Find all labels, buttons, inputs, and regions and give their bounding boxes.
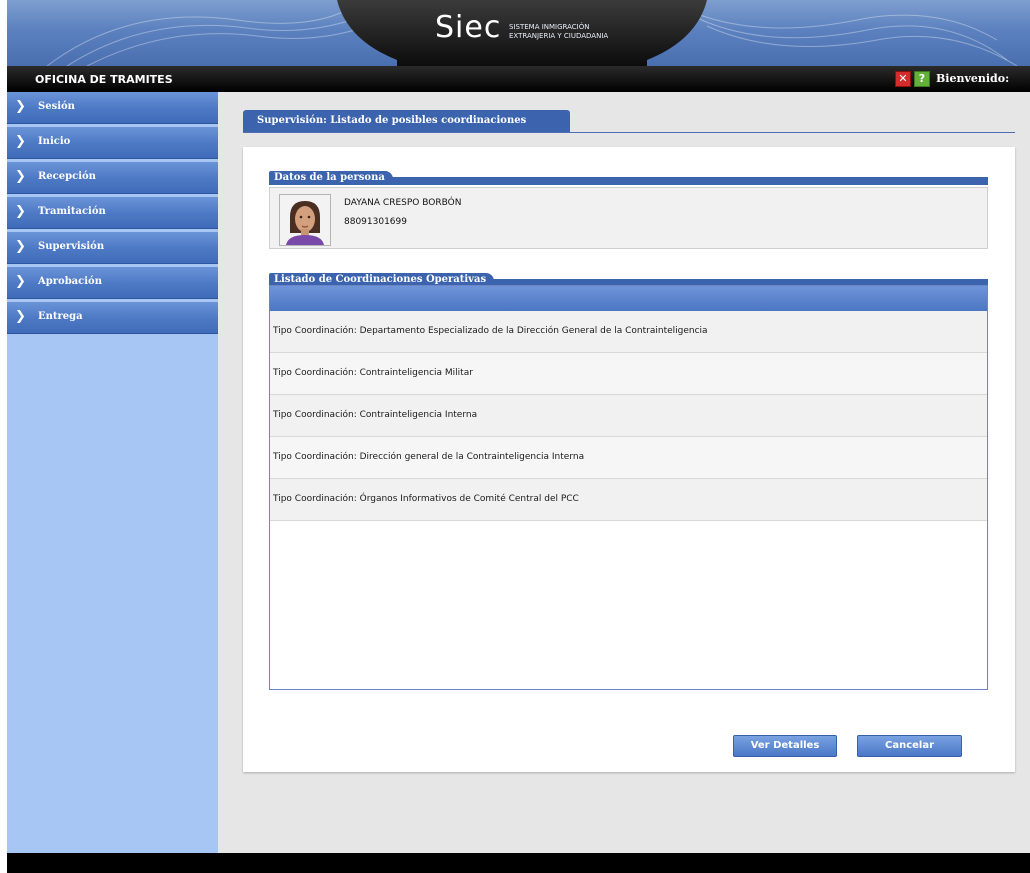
sidebar-item-label: Entrega <box>38 311 83 322</box>
sidebar-item-entrega[interactable]: ❯ Entrega <box>7 302 218 334</box>
chevron-right-icon: ❯ <box>15 309 26 324</box>
tab-supervision-listado[interactable]: Supervisión: Listado de posibles coordin… <box>243 110 570 132</box>
logo-subtitle-line1: SISTEMA INMIGRACIÓN <box>509 23 590 31</box>
cancel-button[interactable]: Cancelar <box>857 735 962 757</box>
logo-subtitle: SISTEMA INMIGRACIÓN EXTRANJERIA Y CIUDAD… <box>509 23 608 41</box>
sidebar-item-sesion[interactable]: ❯ Sesión <box>7 92 218 124</box>
person-name: DAYANA CRESPO BORBÓN <box>344 198 462 208</box>
footer-bar <box>7 853 1030 873</box>
sidebar-item-recepcion[interactable]: ❯ Recepción <box>7 162 218 194</box>
main-content: Supervisión: Listado de posibles coordin… <box>218 92 1030 853</box>
logo: Siec SISTEMA INMIGRACIÓN EXTRANJERIA Y C… <box>327 0 707 66</box>
close-icon[interactable]: ✕ <box>895 71 911 87</box>
view-details-button[interactable]: Ver Detalles <box>733 735 837 757</box>
person-section-title: Datos de la persona <box>269 171 393 185</box>
coordinations-list: Tipo Coordinación: Departamento Especial… <box>269 285 988 690</box>
tab-underline <box>243 132 1015 133</box>
app-frame: Siec SISTEMA INMIGRACIÓN EXTRANJERIA Y C… <box>7 0 1030 873</box>
sidebar-item-label: Tramitación <box>38 206 106 217</box>
sidebar-item-aprobacion[interactable]: ❯ Aprobación <box>7 267 218 299</box>
content-panel: Datos de la persona DAYANA CRESPO BORBÓN… <box>243 147 1015 772</box>
person-section-header: Datos de la persona <box>269 171 988 185</box>
sidebar-item-supervision[interactable]: ❯ Supervisión <box>7 232 218 264</box>
list-item[interactable]: Tipo Coordinación: Dirección general de … <box>270 437 987 479</box>
list-item[interactable]: Tipo Coordinación: Órganos Informativos … <box>270 479 987 521</box>
sidebar-item-label: Recepción <box>38 171 96 182</box>
person-info-box: DAYANA CRESPO BORBÓN 88091301699 <box>269 187 988 249</box>
logo-text: Siec <box>435 10 502 45</box>
office-title: OFICINA DE TRAMITES <box>35 73 173 86</box>
list-item[interactable]: Tipo Coordinación: Contrainteligencia Mi… <box>270 353 987 395</box>
list-header <box>270 286 987 311</box>
welcome-label: Bienvenido: <box>936 72 1010 85</box>
chevron-right-icon: ❯ <box>15 134 26 149</box>
help-icon[interactable]: ? <box>914 71 930 87</box>
person-id: 88091301699 <box>344 217 407 227</box>
logo-subtitle-line2: EXTRANJERIA Y CIUDADANIA <box>509 32 609 40</box>
chevron-right-icon: ❯ <box>15 274 26 289</box>
sidebar-item-tramitacion[interactable]: ❯ Tramitación <box>7 197 218 229</box>
sidebar-item-label: Supervisión <box>38 241 105 252</box>
sidebar-item-label: Aprobación <box>38 276 102 287</box>
chevron-right-icon: ❯ <box>15 169 26 184</box>
list-item[interactable]: Tipo Coordinación: Contrainteligencia In… <box>270 395 987 437</box>
sidebar-item-label: Inicio <box>38 136 71 147</box>
person-photo <box>279 194 331 246</box>
list-item[interactable]: Tipo Coordinación: Departamento Especial… <box>270 311 987 353</box>
top-bar: OFICINA DE TRAMITES ✕ ? Bienvenido: <box>7 66 1030 92</box>
sidebar-item-label: Sesión <box>38 101 75 112</box>
header-banner: Siec SISTEMA INMIGRACIÓN EXTRANJERIA Y C… <box>7 0 1030 66</box>
chevron-right-icon: ❯ <box>15 239 26 254</box>
chevron-right-icon: ❯ <box>15 204 26 219</box>
sidebar-item-inicio[interactable]: ❯ Inicio <box>7 127 218 159</box>
chevron-right-icon: ❯ <box>15 99 26 114</box>
sidebar: ❯ Sesión ❯ Inicio ❯ Recepción ❯ Tramitac… <box>7 92 218 853</box>
